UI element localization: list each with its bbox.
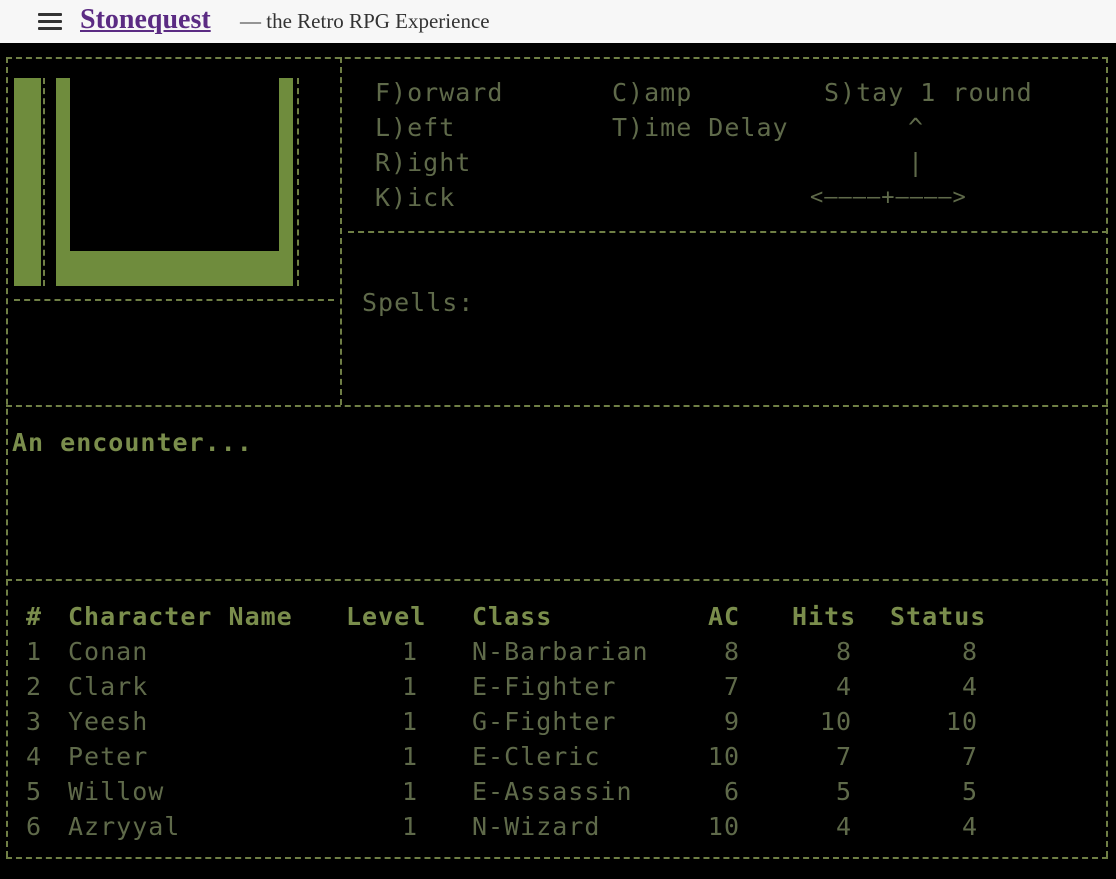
top-bar: Stonequest — the Retro RPG Experience bbox=[0, 0, 1116, 43]
party-cell-name: Azryyal bbox=[68, 812, 181, 841]
spells-label: Spells: bbox=[362, 288, 475, 317]
frame-bottom-border bbox=[6, 857, 1108, 859]
party-cell-status: 7 bbox=[961, 742, 978, 771]
party-cell-level: 1 bbox=[401, 777, 418, 806]
compass-vertical-icon: | bbox=[908, 148, 925, 177]
header-name: Character Name bbox=[68, 602, 293, 631]
maze-wall-edge bbox=[43, 78, 45, 286]
message-top-divider bbox=[6, 405, 1108, 407]
party-cell-level: 1 bbox=[401, 637, 418, 666]
party-cell-level: 1 bbox=[401, 672, 418, 701]
party-cell-ac: 6 bbox=[723, 777, 740, 806]
header-class: Class bbox=[472, 602, 553, 631]
party-cell-num: 4 bbox=[26, 742, 43, 771]
party-cell-ac: 10 bbox=[707, 742, 740, 771]
party-cell-level: 1 bbox=[401, 812, 418, 841]
party-cell-hits: 4 bbox=[835, 672, 852, 701]
hamburger-menu-icon[interactable] bbox=[38, 11, 62, 31]
party-cell-class: N-Wizard bbox=[472, 812, 601, 841]
party-cell-ac: 10 bbox=[707, 812, 740, 841]
command-forward[interactable]: F)orward bbox=[375, 75, 503, 110]
party-cell-num: 2 bbox=[26, 672, 43, 701]
game-screen[interactable]: F)orward L)eft R)ight K)ick C)amp T)ime … bbox=[0, 43, 1116, 879]
site-tagline: — the Retro RPG Experience bbox=[240, 9, 490, 33]
header-level: Level bbox=[346, 602, 427, 631]
party-cell-name: Peter bbox=[68, 742, 149, 771]
party-cell-class: E-Cleric bbox=[472, 742, 601, 771]
party-cell-status: 4 bbox=[961, 812, 978, 841]
party-cell-level: 1 bbox=[401, 707, 418, 736]
party-cell-name: Conan bbox=[68, 637, 149, 666]
party-cell-class: E-Assassin bbox=[472, 777, 633, 806]
compass-up-arrow-icon: ^ bbox=[908, 113, 925, 142]
command-kick[interactable]: K)ick bbox=[375, 180, 455, 215]
compass-horizontal-icon: <————+————> bbox=[810, 185, 967, 210]
view-divider bbox=[340, 57, 342, 405]
party-cell-status: 8 bbox=[961, 637, 978, 666]
party-cell-ac: 8 bbox=[723, 637, 740, 666]
frame-right-border bbox=[1106, 57, 1108, 857]
party-cell-name: Clark bbox=[68, 672, 149, 701]
maze-floor-wall bbox=[56, 251, 293, 286]
commands-divider bbox=[348, 231, 1108, 233]
party-cell-hits: 7 bbox=[835, 742, 852, 771]
frame-left-border bbox=[6, 57, 8, 857]
party-cell-ac: 9 bbox=[723, 707, 740, 736]
command-camp[interactable]: C)amp bbox=[612, 75, 692, 110]
party-cell-hits: 10 bbox=[819, 707, 852, 736]
maze-wall-left-outer bbox=[14, 78, 41, 286]
party-cell-num: 3 bbox=[26, 707, 43, 736]
party-cell-status: 5 bbox=[961, 777, 978, 806]
maze-wall-right-edge bbox=[297, 78, 299, 286]
command-right[interactable]: R)ight bbox=[375, 145, 471, 180]
party-cell-status: 4 bbox=[961, 672, 978, 701]
party-cell-class: N-Barbarian bbox=[472, 637, 649, 666]
site-title-link[interactable]: Stonequest bbox=[80, 4, 211, 36]
party-cell-ac: 7 bbox=[723, 672, 740, 701]
command-time-delay[interactable]: T)ime Delay bbox=[612, 110, 789, 145]
encounter-message: An encounter... bbox=[12, 428, 253, 457]
header-status: Status bbox=[890, 602, 987, 631]
party-cell-class: E-Fighter bbox=[472, 672, 617, 701]
command-left[interactable]: L)eft bbox=[375, 110, 455, 145]
command-stay[interactable]: S)tay 1 round bbox=[824, 75, 1033, 110]
party-cell-name: Willow bbox=[68, 777, 165, 806]
party-cell-hits: 5 bbox=[835, 777, 852, 806]
frame-top-border bbox=[6, 57, 1108, 59]
view-bottom-divider bbox=[14, 299, 334, 301]
party-cell-hits: 8 bbox=[835, 637, 852, 666]
party-cell-num: 6 bbox=[26, 812, 43, 841]
party-cell-level: 1 bbox=[401, 742, 418, 771]
party-cell-status: 10 bbox=[945, 707, 978, 736]
header-hits: Hits bbox=[792, 602, 857, 631]
party-cell-num: 5 bbox=[26, 777, 43, 806]
header-ac: AC bbox=[708, 602, 741, 631]
party-cell-num: 1 bbox=[26, 637, 43, 666]
header-num: # bbox=[26, 602, 43, 631]
party-cell-hits: 4 bbox=[835, 812, 852, 841]
maze-wall-right bbox=[279, 78, 293, 286]
party-cell-name: Yeesh bbox=[68, 707, 149, 736]
party-top-divider bbox=[6, 579, 1108, 581]
party-cell-class: G-Fighter bbox=[472, 707, 617, 736]
